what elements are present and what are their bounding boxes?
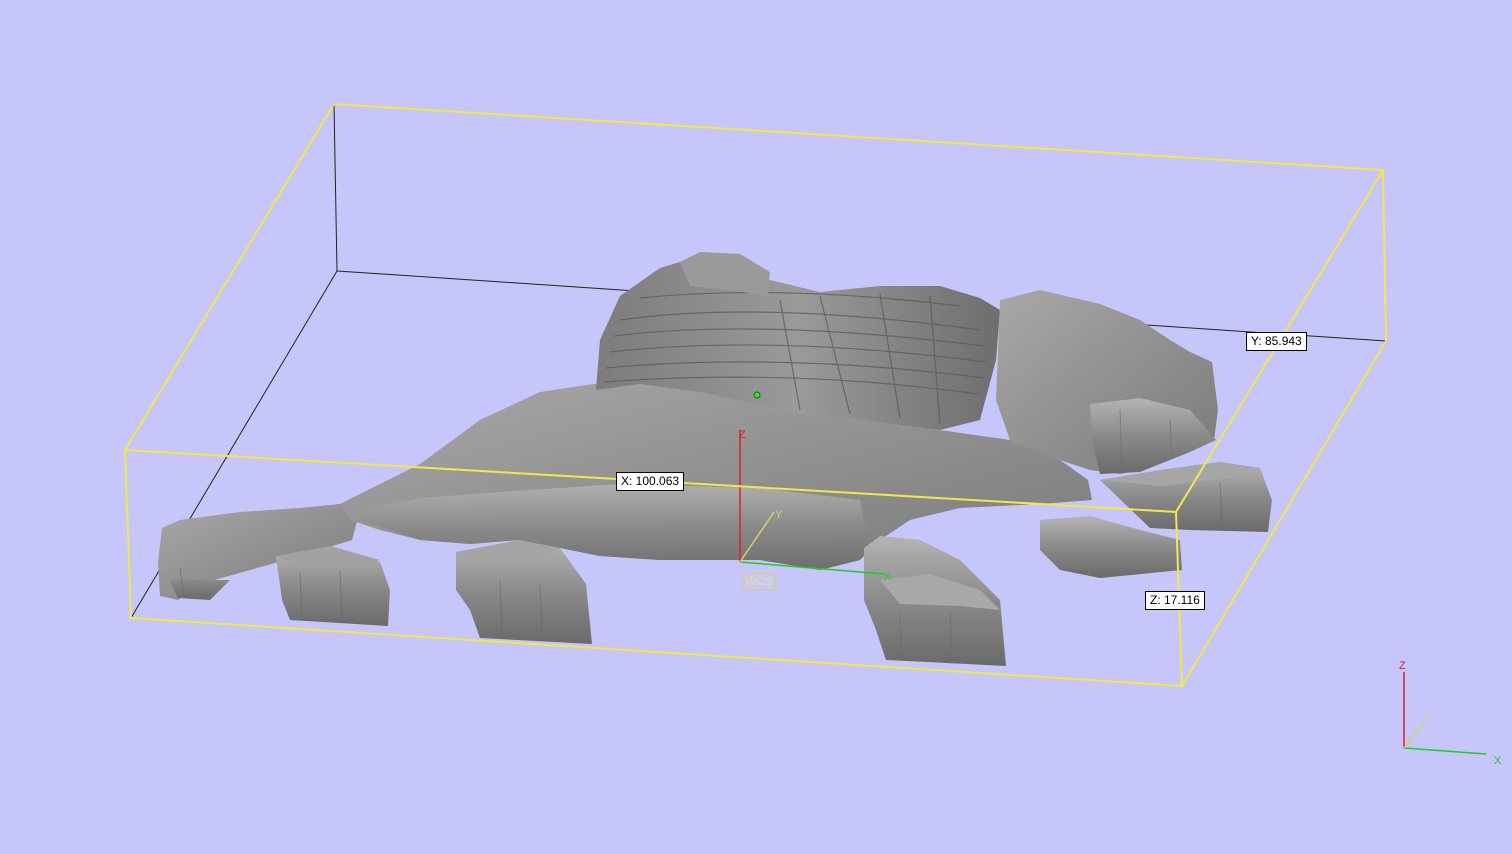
wcs-z-axis-label: Z — [739, 429, 746, 441]
orientation-triad — [1403, 672, 1487, 755]
triad-z-axis-label: Z — [1399, 660, 1406, 672]
wcs-x-axis-label: X — [884, 571, 892, 583]
wcs-label: WCS — [742, 573, 776, 590]
pivot-point — [753, 391, 761, 399]
triad-x-axis-label: X — [1494, 755, 1502, 767]
triad-y-axis-label: Y — [1423, 712, 1431, 724]
scene-canvas[interactable] — [0, 0, 1512, 854]
wcs-y-axis-label: Y — [775, 509, 783, 521]
dimension-z-label: Z: 17.116 — [1145, 591, 1205, 610]
dimension-x-label: X: 100.063 — [616, 472, 685, 491]
3d-viewport[interactable]: X: 100.063 Y: 85.943 Z: 17.116 Z Y X WCS… — [0, 0, 1512, 854]
model-mesh[interactable] — [158, 252, 1272, 666]
dimension-y-label: Y: 85.943 — [1246, 332, 1307, 351]
